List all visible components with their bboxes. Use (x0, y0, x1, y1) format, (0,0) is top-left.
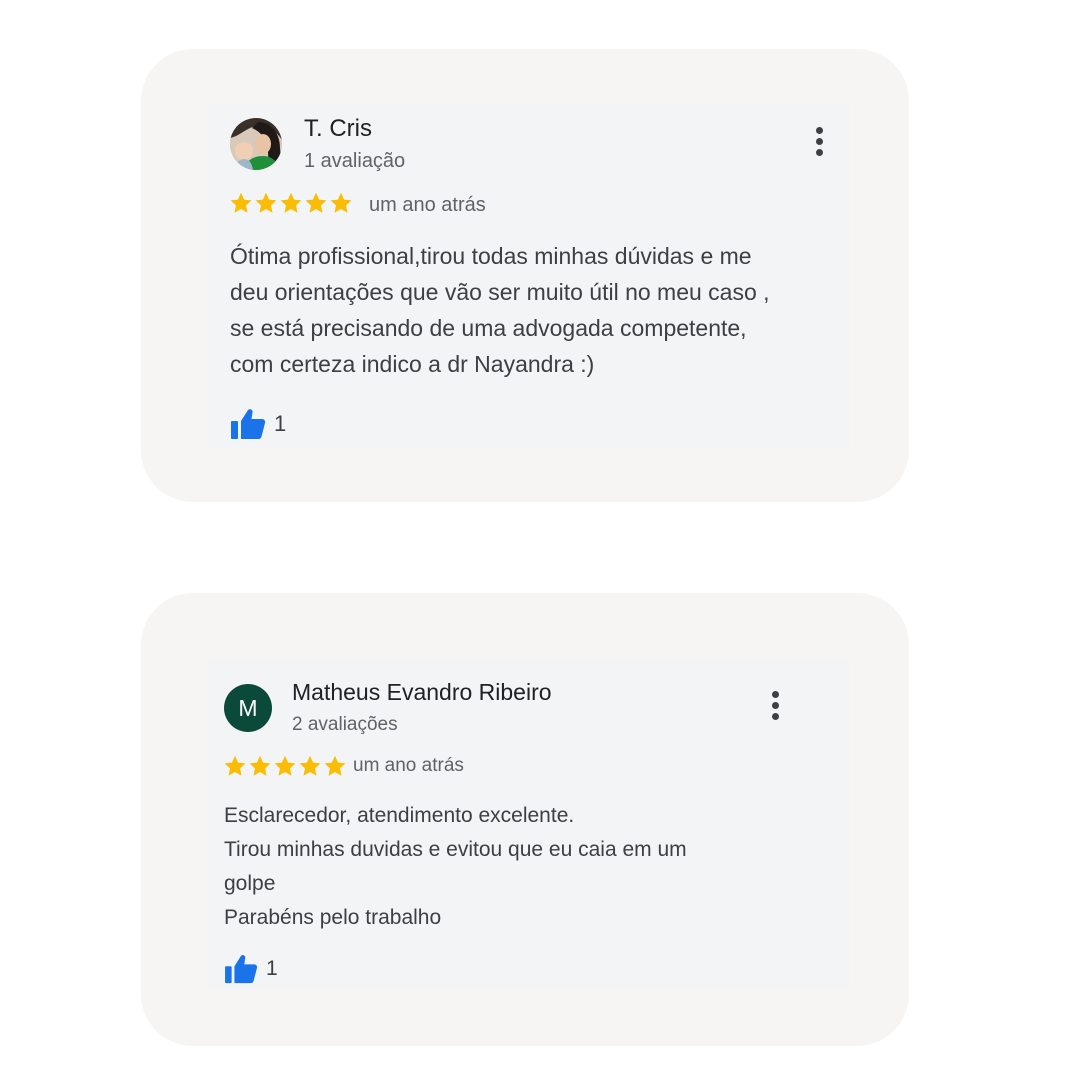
thumbs-up-icon (225, 955, 258, 984)
review-time: um ano atrás (369, 194, 486, 216)
review: M Matheus Evandro Ribeiro 2 avaliações u… (210, 659, 850, 989)
star-rating (229, 191, 353, 215)
more-vert-icon-dot (772, 702, 779, 709)
star-icon (305, 192, 327, 213)
review: T. Cris 1 avaliação um ano atrás Ótima p… (210, 105, 850, 448)
like-button[interactable]: 1 (224, 954, 278, 984)
author-name[interactable]: Matheus Evandro Ribeiro (292, 679, 552, 706)
more-options-button[interactable] (766, 687, 785, 724)
author-review-count: 1 avaliação (304, 150, 406, 172)
review-card: M Matheus Evandro Ribeiro 2 avaliações u… (141, 593, 909, 1046)
avatar-photo (230, 118, 282, 170)
review-text: Esclarecedor, atendimento excelente. Tir… (224, 799, 784, 935)
review-text-line: se está precisando de uma advogada compe… (230, 315, 747, 341)
review-text-line: Tirou minhas duvidas e evitou que eu cai… (224, 838, 687, 861)
review-card: T. Cris 1 avaliação um ano atrás Ótima p… (141, 49, 909, 502)
star-icon (224, 755, 246, 776)
more-vert-icon-dot (816, 138, 823, 145)
author-review-count: 2 avaliações (292, 714, 398, 735)
review-text-line: Ótima profissional,tirou todas minhas dú… (230, 243, 752, 269)
review-text-line: deu orientações que vão ser muito útil n… (230, 279, 770, 305)
thumbs-up-icon (231, 409, 266, 439)
review-text-line: com certeza indico a dr Nayandra :) (230, 351, 595, 377)
review-time: um ano atrás (353, 755, 464, 776)
more-options-button[interactable] (810, 123, 829, 160)
star-icon (324, 755, 346, 776)
more-vert-icon-dot (816, 149, 823, 156)
star-icon (230, 192, 252, 213)
star-icon (330, 192, 352, 213)
author-name[interactable]: T. Cris (304, 115, 372, 143)
star-rating (223, 754, 347, 778)
more-vert-icon (772, 691, 779, 698)
avatar-letter: M (238, 694, 258, 721)
more-vert-icon-dot (772, 713, 779, 720)
review-text-line: Parabéns pelo trabalho (224, 906, 442, 929)
star-icon (280, 192, 302, 213)
like-count: 1 (274, 411, 287, 436)
more-vert-icon (816, 127, 823, 134)
review-text: Ótima profissional,tirou todas minhas dú… (230, 238, 845, 382)
star-icon (255, 192, 277, 213)
star-icon (299, 755, 321, 776)
author-avatar[interactable] (230, 118, 282, 170)
star-icon (274, 755, 296, 776)
like-count: 1 (266, 957, 278, 980)
author-avatar[interactable]: M (224, 684, 272, 732)
review-text-line: Esclarecedor, atendimento excelente. (224, 804, 575, 827)
like-button[interactable]: 1 (230, 408, 286, 440)
review-text-line: golpe (224, 872, 276, 895)
star-icon (249, 755, 271, 776)
